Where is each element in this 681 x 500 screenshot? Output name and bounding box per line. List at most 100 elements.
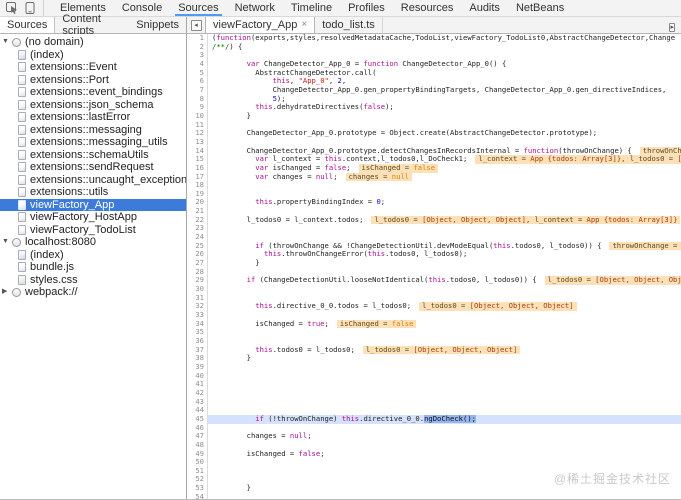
panel-tab-network[interactable]: Network	[227, 0, 283, 16]
code-text[interactable]	[208, 233, 681, 242]
code-text[interactable]: l_todos0 = l_context.todos;l_todos0 = [O…	[208, 216, 681, 225]
code-text[interactable]: this.propertyBindingIndex = 0;	[208, 198, 681, 207]
code-text[interactable]	[208, 372, 681, 381]
code-text[interactable]	[208, 475, 681, 484]
code-text[interactable]	[208, 406, 681, 415]
code-text[interactable]: ChangeDetector_App_0.prototype.detectCha…	[208, 147, 681, 156]
code-text[interactable]: this.directive_0_0.todos = l_todos0;l_to…	[208, 302, 681, 311]
code-text[interactable]: if (throwOnChange && !ChangeDetectionUti…	[208, 242, 681, 251]
tree-item-index[interactable]: (index)	[0, 249, 186, 262]
tree-item-viewfactory-hostapp[interactable]: viewFactory_HostApp	[0, 211, 186, 224]
tree-item-extensions-messaging-utils[interactable]: extensions::messaging_utils	[0, 136, 186, 149]
code-text[interactable]	[208, 138, 681, 147]
navigator-tab-snippets[interactable]: Snippets	[129, 17, 186, 33]
file-tab-todo-list-ts[interactable]: todo_list.ts	[315, 17, 383, 33]
panel-tab-timeline[interactable]: Timeline	[283, 0, 340, 16]
code-text[interactable]: (function(exports,styles,resolvedMetadat…	[208, 34, 681, 43]
line-number[interactable]: 4	[187, 60, 208, 69]
code-text[interactable]: AbstractChangeDetector.call(	[208, 69, 681, 78]
tree-item-localhost-8080[interactable]: ▼localhost:8080	[0, 236, 186, 249]
code-text[interactable]	[208, 207, 681, 216]
code-text[interactable]: this.todos0 = l_todos0;l_todos0 = [Objec…	[208, 346, 681, 355]
chevron-down-icon[interactable]: ▼	[2, 36, 12, 49]
tree-item-viewfactory-app[interactable]: viewFactory_App	[0, 199, 186, 212]
tree-item-extensions-json-schema[interactable]: extensions::json_schema	[0, 99, 186, 112]
chevron-right-icon[interactable]: ▶	[2, 286, 12, 299]
tree-item-index[interactable]: (index)	[0, 49, 186, 62]
tree-item-bundle-js[interactable]: bundle.js	[0, 261, 186, 274]
line-number[interactable]: 3	[187, 51, 208, 60]
line-number[interactable]: 7	[187, 86, 208, 95]
code-text[interactable]	[208, 311, 681, 320]
code-text[interactable]: }	[208, 354, 681, 363]
tree-item-webpack[interactable]: ▶webpack://	[0, 286, 186, 299]
chevron-down-icon[interactable]: ▼	[2, 236, 12, 249]
panel-tab-elements[interactable]: Elements	[52, 0, 114, 16]
panel-tab-resources[interactable]: Resources	[393, 0, 462, 16]
code-text[interactable]: }	[208, 112, 681, 121]
code-text[interactable]	[208, 493, 681, 499]
code-text[interactable]: var isChanged = false;isChanged = false	[208, 164, 681, 173]
code-text[interactable]	[208, 328, 681, 337]
tree-item-extensions-event-bindings[interactable]: extensions::event_bindings	[0, 86, 186, 99]
code-text[interactable]: isChanged = false;	[208, 450, 681, 459]
code-text[interactable]	[208, 467, 681, 476]
code-text[interactable]	[208, 389, 681, 398]
tree-item-extensions-sendrequest[interactable]: extensions::sendRequest	[0, 161, 186, 174]
code-text[interactable]	[208, 294, 681, 303]
code-text[interactable]	[208, 121, 681, 130]
code-text[interactable]	[208, 424, 681, 433]
line-number[interactable]: 1	[187, 34, 208, 43]
panel-tab-sources[interactable]: Sources	[170, 0, 226, 16]
tree-item-viewfactory-todolist[interactable]: viewFactory_TodoList	[0, 224, 186, 237]
code-text[interactable]	[208, 268, 681, 277]
code-text[interactable]	[208, 181, 681, 190]
code-text[interactable]: this, "App_0", 2,	[208, 77, 681, 86]
code-text[interactable]: ChangeDetector_App_0.gen_propertyBinding…	[208, 86, 681, 95]
code-text[interactable]: this.throwOnChangeError(this.todos0, l_t…	[208, 250, 681, 259]
tab-overflow-icon[interactable]: ▸	[669, 16, 675, 34]
code-text[interactable]	[208, 224, 681, 233]
tree-item-no-domain[interactable]: ▼(no domain)	[0, 36, 186, 49]
navigator-tab-content-scripts[interactable]: Content scripts	[55, 17, 129, 33]
line-number[interactable]: 54	[187, 493, 208, 499]
panel-tab-netbeans[interactable]: NetBeans	[508, 0, 572, 16]
tree-item-extensions-event[interactable]: extensions::Event	[0, 61, 186, 74]
code-text[interactable]	[208, 337, 681, 346]
code-editor[interactable]: 1(function(exports,styles,resolvedMetada…	[187, 34, 681, 499]
tree-item-extensions-utils[interactable]: extensions::utils	[0, 186, 186, 199]
code-text[interactable]: }	[208, 259, 681, 268]
line-number[interactable]: 2	[187, 43, 208, 52]
tree-item-extensions-port[interactable]: extensions::Port	[0, 74, 186, 87]
file-tab-viewfactory-app[interactable]: viewFactory_App×	[205, 17, 315, 33]
navigator-tab-sources[interactable]: Sources	[0, 17, 55, 33]
tree-item-styles-css[interactable]: styles.css	[0, 274, 186, 287]
panel-tab-console[interactable]: Console	[114, 0, 170, 16]
tree-item-extensions-messaging[interactable]: extensions::messaging	[0, 124, 186, 137]
line-number[interactable]: 5	[187, 69, 208, 78]
close-tab-icon[interactable]: ×	[301, 20, 307, 30]
tree-item-extensions-lasterror[interactable]: extensions::lastError	[0, 111, 186, 124]
code-text[interactable]	[208, 458, 681, 467]
inspect-element-icon[interactable]	[6, 2, 18, 14]
code-text[interactable]: var l_context = this.context,l_todos0,l_…	[208, 155, 681, 164]
code-text[interactable]: if (ChangeDetectionUtil.looseNotIdentica…	[208, 276, 681, 285]
code-text[interactable]	[208, 398, 681, 407]
code-text[interactable]: var ChangeDetector_App_0 = function Chan…	[208, 60, 681, 69]
code-text[interactable]: var changes = null;changes = null	[208, 173, 681, 182]
code-text[interactable]: isChanged = true;isChanged = false	[208, 320, 681, 329]
code-text[interactable]: 5);	[208, 95, 681, 104]
code-text[interactable]	[208, 190, 681, 199]
code-text[interactable]	[208, 51, 681, 60]
hide-navigator-icon[interactable]: ◂	[187, 17, 205, 33]
code-text[interactable]: if (!throwOnChange) this.directive_0_0.n…	[208, 415, 681, 424]
panel-tab-audits[interactable]: Audits	[461, 0, 508, 16]
line-number[interactable]: 6	[187, 77, 208, 86]
tree-item-extensions-uncaught-exception-handler[interactable]: extensions::uncaught_exception_handler	[0, 174, 186, 187]
code-text[interactable]	[208, 363, 681, 372]
code-text[interactable]	[208, 285, 681, 294]
code-text[interactable]: /**/) {	[208, 43, 681, 52]
panel-tab-profiles[interactable]: Profiles	[340, 0, 393, 16]
code-text[interactable]	[208, 380, 681, 389]
line-number[interactable]: 8	[187, 95, 208, 104]
